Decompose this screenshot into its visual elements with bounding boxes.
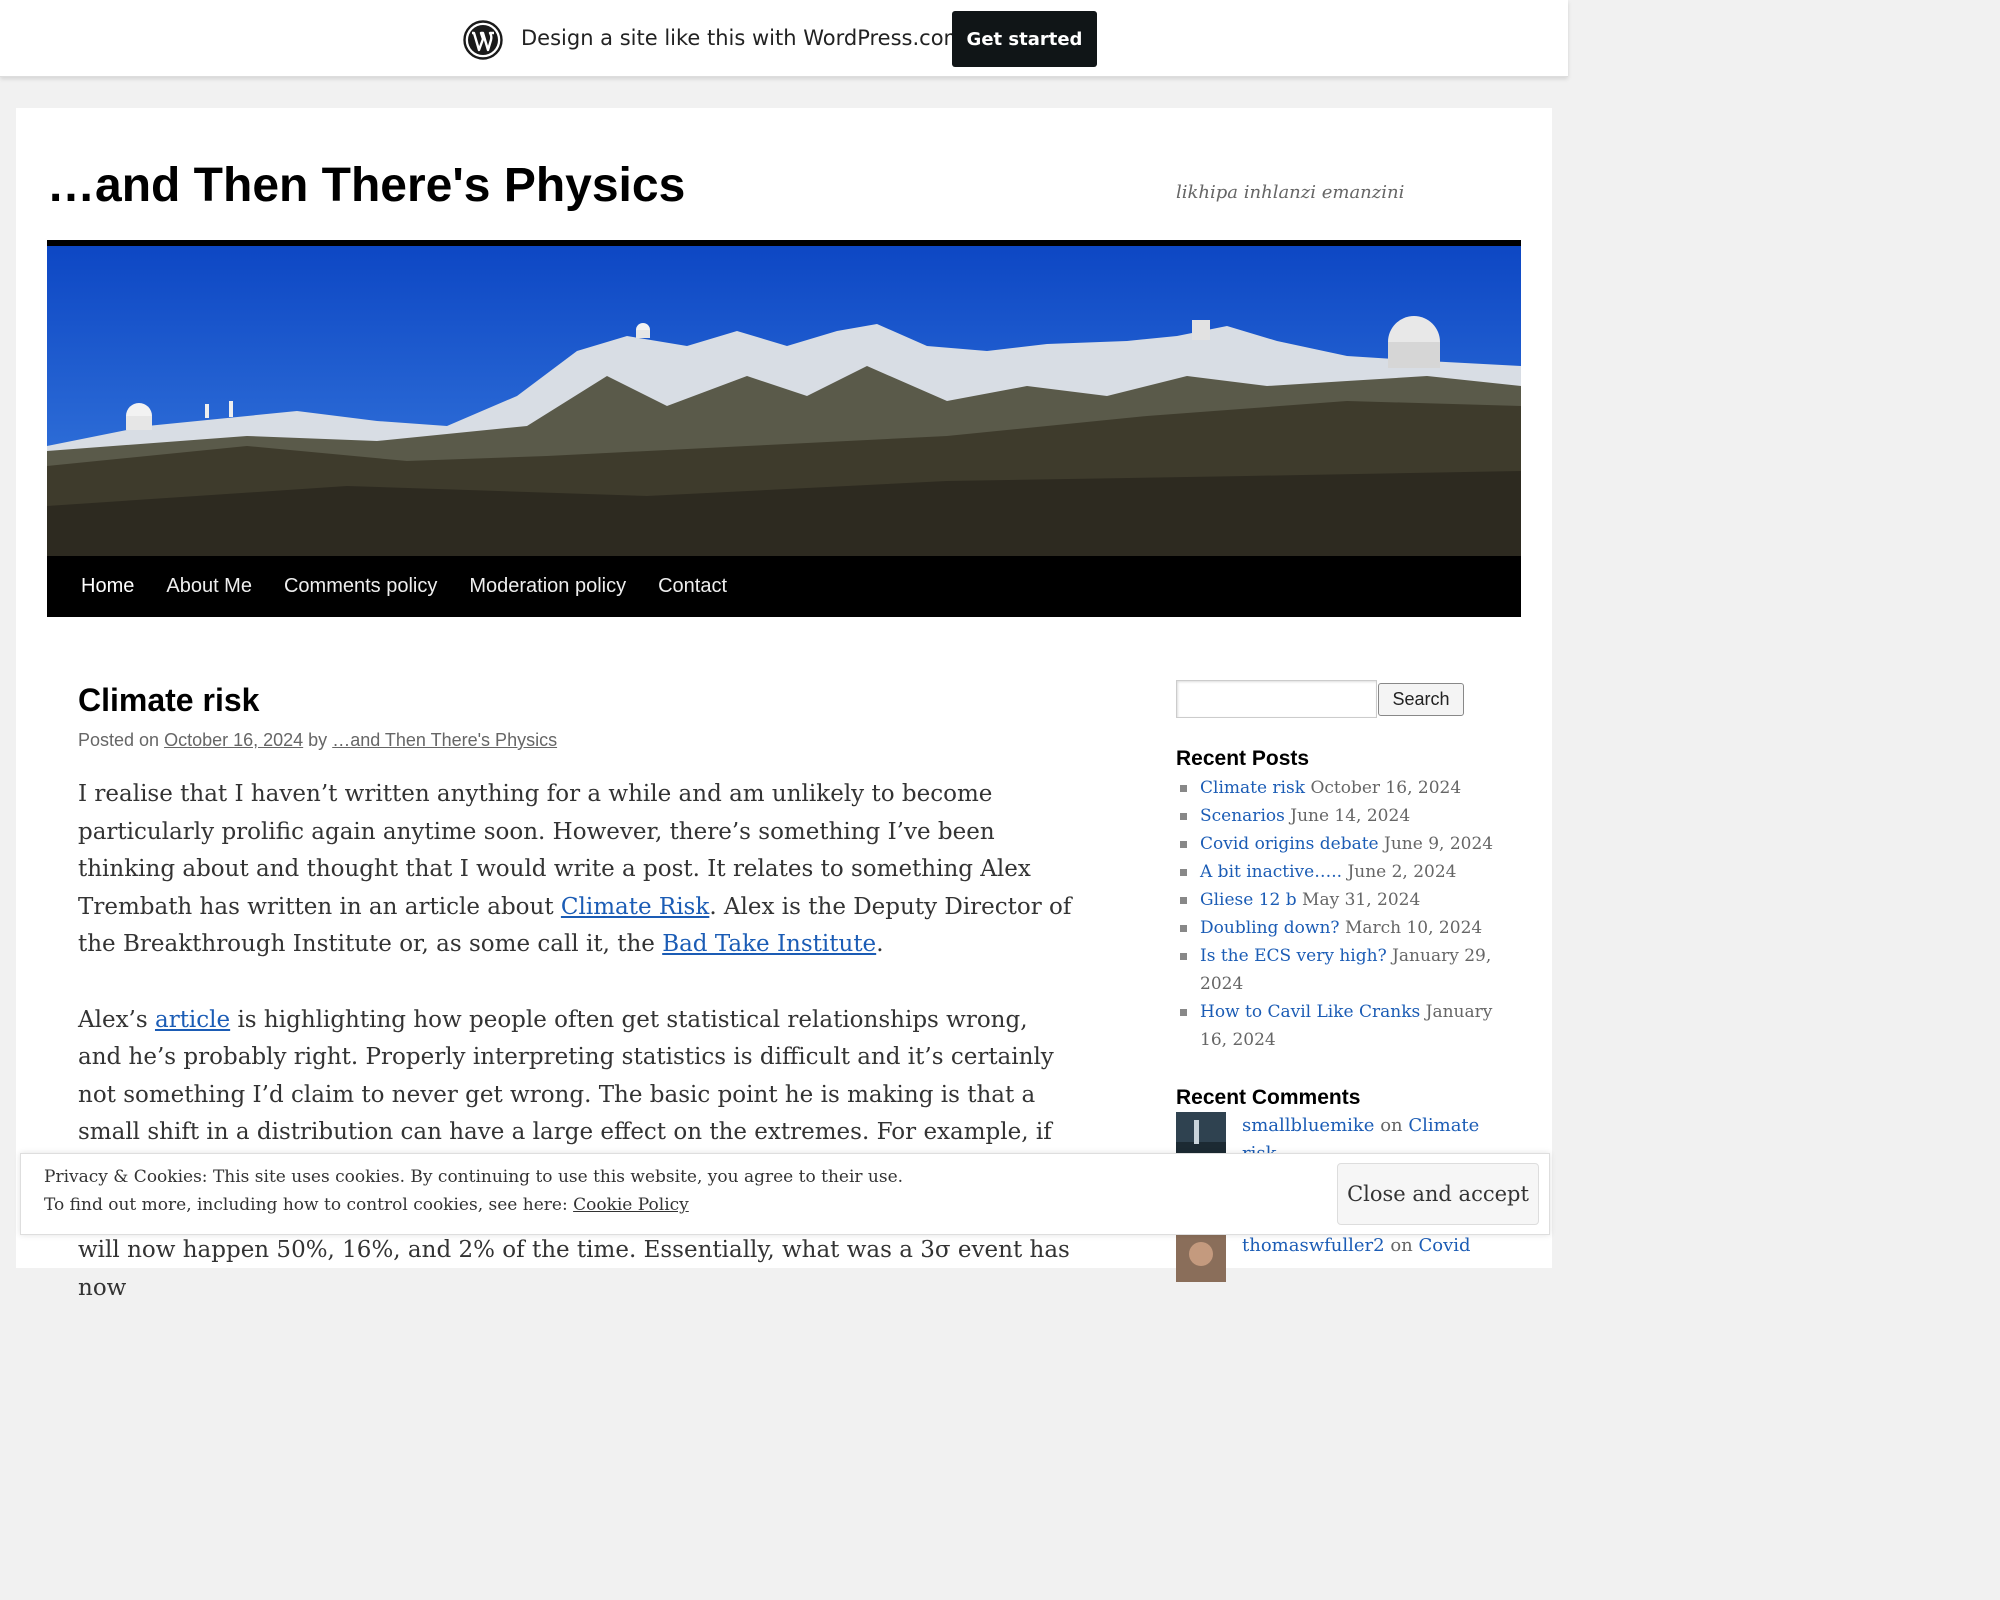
wordpress-promo-text[interactable]: Design a site like this with WordPress.c…	[521, 26, 964, 50]
cookie-text-prefix: To find out more, including how to contr…	[44, 1195, 574, 1215]
recent-post-link[interactable]: Climate risk	[1200, 778, 1305, 798]
recent-post-link[interactable]: A bit inactive…..	[1200, 862, 1342, 882]
comment-on: on	[1384, 1235, 1419, 1256]
bad-take-institute-link[interactable]: Bad Take Institute	[662, 931, 876, 957]
cookie-policy-link[interactable]: Cookie Policy	[573, 1195, 689, 1215]
recent-post-link[interactable]: Scenarios	[1200, 806, 1285, 826]
list-item: A bit inactive….. June 2, 2024	[1176, 858, 1506, 886]
cookie-text-line2: To find out more, including how to contr…	[44, 1195, 689, 1215]
recent-post-date: March 10, 2024	[1344, 918, 1483, 938]
climate-risk-link[interactable]: Climate Risk	[561, 894, 709, 920]
site-description: likhipa inhlanzi emanzini	[1176, 182, 1405, 203]
list-item: Gliese 12 b May 31, 2024	[1176, 886, 1506, 914]
post-meta-by: by	[303, 730, 333, 750]
page-container: …and Then There's Physics likhipa inhlan…	[16, 108, 1552, 1301]
header-banner-image	[47, 246, 1521, 556]
search-button[interactable]: Search	[1378, 683, 1464, 716]
comment-text: thomaswfuller2 on Covid	[1242, 1232, 1471, 1260]
get-started-button[interactable]: Get started	[952, 11, 1097, 67]
recent-post-date: June 9, 2024	[1384, 834, 1494, 854]
close-and-accept-button[interactable]: Close and accept	[1337, 1163, 1539, 1225]
cookie-text: Privacy & Cookies: This site uses cookie…	[44, 1167, 904, 1187]
recent-posts-title: Recent Posts	[1176, 747, 1310, 770]
comment-author-link[interactable]: thomaswfuller2	[1242, 1235, 1385, 1256]
text: Alex’s	[78, 1006, 155, 1033]
text: .	[876, 931, 884, 957]
wordpress-promo-bar: Design a site like this with WordPress.c…	[0, 0, 1568, 77]
post-author-link[interactable]: …and Then There's Physics	[332, 730, 557, 750]
nav-item-moderation-policy[interactable]: Moderation policy	[469, 575, 626, 598]
recent-post-date: May 31, 2024	[1302, 890, 1421, 910]
main-navigation: Home About Me Comments policy Moderation…	[47, 556, 1521, 617]
paragraph: will now happen 50%, 16%, and 2% of the …	[78, 1237, 1070, 1301]
comment-on: on	[1374, 1115, 1409, 1136]
recent-post-date: October 16, 2024	[1310, 778, 1462, 798]
comment-post-link[interactable]: Covid	[1418, 1235, 1470, 1256]
article-link[interactable]: article	[155, 1007, 230, 1033]
recent-post-link[interactable]: Doubling down?	[1200, 918, 1340, 938]
list-item: Climate risk October 16, 2024	[1176, 774, 1506, 802]
paragraph: I realise that I haven’t written anythin…	[78, 776, 1078, 964]
list-item: Covid origins debate June 9, 2024	[1176, 830, 1506, 858]
post-meta: Posted on October 16, 2024 by …and Then …	[78, 730, 557, 751]
avatar[interactable]	[1176, 1232, 1226, 1282]
recent-post-link[interactable]: How to Cavil Like Cranks	[1200, 1002, 1420, 1022]
recent-post-link[interactable]: Gliese 12 b	[1200, 890, 1297, 910]
recent-comments-title: Recent Comments	[1176, 1086, 1361, 1109]
recent-post-date: June 2, 2024	[1347, 862, 1457, 882]
comment-author-link[interactable]: smallbluemike	[1242, 1115, 1374, 1136]
list-item: Doubling down? March 10, 2024	[1176, 914, 1506, 942]
nav-item-about-me[interactable]: About Me	[166, 575, 252, 598]
nav-item-contact[interactable]: Contact	[658, 575, 727, 598]
recent-post-link[interactable]: Covid origins debate	[1200, 834, 1379, 854]
list-item: Scenarios June 14, 2024	[1176, 802, 1506, 830]
list-item: How to Cavil Like Cranks January 16, 202…	[1176, 998, 1506, 1054]
search-input[interactable]	[1176, 680, 1377, 718]
nav-item-home[interactable]: Home	[81, 575, 134, 598]
recent-posts-list: Climate risk October 16, 2024 Scenarios …	[1176, 774, 1506, 1054]
post-date-link[interactable]: October 16, 2024	[164, 730, 303, 750]
cookie-banner: Privacy & Cookies: This site uses cookie…	[20, 1153, 1550, 1235]
recent-comment: thomaswfuller2 on Covid	[1176, 1232, 1506, 1282]
post-title[interactable]: Climate risk	[78, 682, 259, 719]
post-meta-prefix: Posted on	[78, 730, 165, 750]
recent-post-date: June 14, 2024	[1290, 806, 1411, 826]
nav-item-comments-policy[interactable]: Comments policy	[284, 575, 437, 598]
post-content-continued: will now happen 50%, 16%, and 2% of the …	[78, 1232, 1078, 1345]
site-title[interactable]: …and Then There's Physics	[47, 158, 685, 213]
wordpress-logo-icon[interactable]	[463, 20, 503, 60]
recent-post-link[interactable]: Is the ECS very high?	[1200, 946, 1387, 966]
list-item: Is the ECS very high? January 29, 2024	[1176, 942, 1506, 998]
